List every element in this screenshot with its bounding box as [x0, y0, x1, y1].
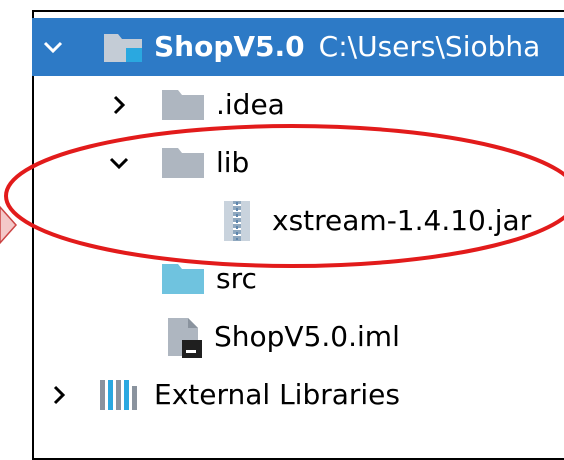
- tree-label-jar: xstream-1.4.10.jar: [272, 204, 532, 237]
- source-folder-icon: [162, 264, 204, 294]
- tree-row-jar[interactable]: xstream-1.4.10.jar: [32, 192, 564, 250]
- tree-label-iml: ShopV5.0.iml: [214, 320, 400, 353]
- tree-label-idea: .idea: [216, 88, 285, 121]
- folder-icon: [162, 90, 204, 120]
- tree-row-project-root[interactable]: ShopV5.0 C:\Users\Siobha: [32, 18, 564, 76]
- module-folder-icon: [104, 34, 142, 62]
- annotation-arrow-tip: [0, 205, 18, 245]
- libraries-icon: [100, 380, 137, 410]
- iml-file-icon: [168, 318, 202, 358]
- tree-label-external-libraries: External Libraries: [154, 378, 400, 411]
- project-path: C:\Users\Siobha: [318, 30, 541, 63]
- chevron-right-icon[interactable]: [108, 94, 130, 116]
- folder-icon: [162, 148, 204, 178]
- tree-row-lib[interactable]: lib: [32, 134, 564, 192]
- tree-label-src: src: [216, 262, 257, 295]
- jar-archive-icon: [224, 201, 250, 241]
- tree-row-src[interactable]: src: [32, 250, 564, 308]
- tree-label-lib: lib: [216, 146, 250, 179]
- project-name: ShopV5.0: [154, 30, 305, 63]
- tree-row-external-libraries[interactable]: External Libraries: [32, 366, 564, 424]
- tree-row-iml[interactable]: ShopV5.0.iml: [32, 308, 564, 366]
- chevron-right-icon[interactable]: [48, 384, 70, 406]
- tree-row-idea[interactable]: .idea: [32, 76, 564, 134]
- chevron-down-icon[interactable]: [108, 152, 130, 174]
- chevron-down-icon[interactable]: [42, 36, 64, 58]
